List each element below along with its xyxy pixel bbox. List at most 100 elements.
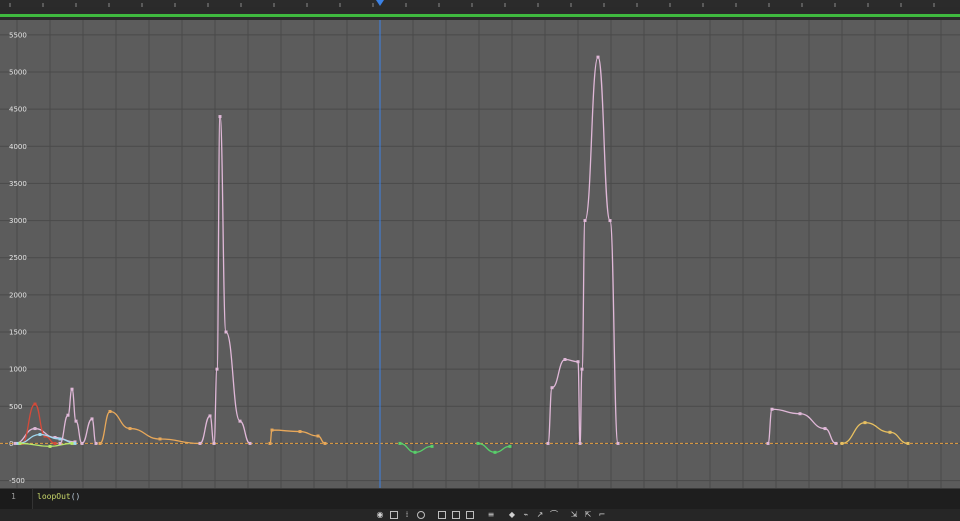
keyframe[interactable] xyxy=(823,427,827,431)
fit-selection-icon[interactable] xyxy=(438,511,446,519)
keyframe[interactable] xyxy=(208,414,212,418)
keyframe[interactable] xyxy=(546,441,550,445)
keyframe[interactable] xyxy=(608,219,612,223)
convert-auto-bezier-icon[interactable]: ⌁ xyxy=(522,511,530,519)
time-ruler-ticks xyxy=(9,0,935,7)
convert-hold-icon[interactable]: ◆ xyxy=(508,511,516,519)
keyframe[interactable] xyxy=(18,441,22,445)
keyframe[interactable] xyxy=(48,444,52,448)
keyframe[interactable] xyxy=(270,428,274,432)
keyframe[interactable] xyxy=(13,441,17,445)
y-tick-label: 2500 xyxy=(9,254,27,262)
keyframe[interactable] xyxy=(508,444,512,448)
keyframe[interactable] xyxy=(563,357,567,361)
keyframe[interactable] xyxy=(238,419,242,423)
keyframe[interactable] xyxy=(766,441,770,445)
graph-type-icon[interactable] xyxy=(390,511,398,519)
keyframe[interactable] xyxy=(578,441,582,445)
keyframe[interactable] xyxy=(38,433,42,437)
keyframe[interactable] xyxy=(248,441,252,445)
keyframe[interactable] xyxy=(580,367,584,371)
keyframe[interactable] xyxy=(70,387,74,391)
keyframe[interactable] xyxy=(798,412,802,416)
keyframe[interactable] xyxy=(53,441,57,445)
property-curve[interactable] xyxy=(767,408,837,445)
property-curve[interactable] xyxy=(547,56,619,445)
property-curve[interactable] xyxy=(59,388,97,445)
keyframe[interactable] xyxy=(316,434,320,438)
keyframe[interactable] xyxy=(576,360,580,364)
keyframe[interactable] xyxy=(906,441,910,445)
expression-code[interactable]: loopOut() xyxy=(37,492,80,501)
keyframe[interactable] xyxy=(33,427,37,431)
keyframe[interactable] xyxy=(840,441,844,445)
keyframe[interactable] xyxy=(218,115,222,119)
keyframe[interactable] xyxy=(212,441,216,445)
keyframe[interactable] xyxy=(430,444,434,448)
time-ruler[interactable] xyxy=(0,0,960,7)
keyframe[interactable] xyxy=(73,441,77,445)
keyframe[interactable] xyxy=(158,437,162,441)
keyframe[interactable] xyxy=(616,441,620,445)
work-area-band[interactable] xyxy=(0,7,960,21)
keyframe[interactable] xyxy=(58,441,62,445)
y-tick-label: -500 xyxy=(9,477,25,485)
snap-icon[interactable] xyxy=(417,511,425,519)
graph-editor[interactable]: 5500 5000 4500 4000 3500 3000 2500 2000 1500 1000… xyxy=(0,20,960,488)
eye-icon[interactable]: ◉ xyxy=(376,511,384,519)
expression-gutter: 1 xyxy=(0,489,33,509)
graph-toolbar: ◉ ⁞ ≡ ◆ ⌁ ↗ ⌒ ⇲ ⇱ ⌐ xyxy=(0,509,960,521)
keyframe-nav-icon[interactable]: ⌐ xyxy=(598,511,606,519)
keyframe[interactable] xyxy=(90,417,94,421)
keyframe[interactable] xyxy=(128,427,132,431)
keyframe[interactable] xyxy=(413,450,417,454)
y-tick-label: 5000 xyxy=(9,69,27,77)
keyframe[interactable] xyxy=(33,402,37,406)
keyframe[interactable] xyxy=(58,437,62,441)
keyframe[interactable] xyxy=(108,409,112,413)
keyframe[interactable] xyxy=(215,367,219,371)
keyframe[interactable] xyxy=(888,430,892,434)
work-area-bar[interactable] xyxy=(0,14,960,17)
keyframe[interactable] xyxy=(493,450,497,454)
easy-ease-out-2-icon[interactable]: ⇱ xyxy=(584,511,592,519)
separate-dimensions-icon[interactable] xyxy=(466,511,474,519)
keyframe[interactable] xyxy=(398,441,402,445)
keyframe[interactable] xyxy=(66,413,70,417)
keyframe[interactable] xyxy=(268,441,272,445)
keyframe[interactable] xyxy=(80,441,84,445)
property-curve[interactable] xyxy=(199,115,251,445)
transform-box-icon[interactable]: ⁞ xyxy=(403,511,411,519)
keyframe[interactable] xyxy=(323,441,327,445)
keyframe[interactable] xyxy=(550,386,554,390)
fit-all-icon[interactable] xyxy=(452,511,460,519)
easy-ease-in-icon[interactable]: ⌒ xyxy=(550,511,558,519)
keyframe[interactable] xyxy=(863,421,867,425)
keyframe[interactable] xyxy=(298,430,302,434)
keyframe[interactable] xyxy=(770,407,774,411)
y-tick-label: 3000 xyxy=(9,217,27,225)
y-tick-label: 3500 xyxy=(9,180,27,188)
keyframe[interactable] xyxy=(198,441,202,445)
keyframe[interactable] xyxy=(476,441,480,445)
keyframe[interactable] xyxy=(834,441,838,445)
expression-function: loopOut xyxy=(37,492,71,501)
keyframe[interactable] xyxy=(94,441,98,445)
property-curve[interactable] xyxy=(99,410,201,445)
y-tick-label: 5500 xyxy=(9,31,27,39)
graph-canvas[interactable]: 5500 5000 4500 4000 3500 3000 2500 2000 1500 1000… xyxy=(0,20,960,488)
edit-keyframe-icon[interactable]: ≡ xyxy=(487,511,495,519)
keyframe[interactable] xyxy=(596,55,600,59)
keyframe[interactable] xyxy=(70,441,74,445)
expression-line-number: 1 xyxy=(11,492,16,501)
y-tick-label: 4000 xyxy=(9,143,27,151)
keyframe[interactable] xyxy=(74,419,78,423)
keyframe[interactable] xyxy=(98,441,102,445)
keyframe[interactable] xyxy=(583,219,587,223)
expression-editor[interactable]: 1 loopOut() xyxy=(0,488,960,509)
easy-ease-icon[interactable]: ↗ xyxy=(536,511,544,519)
easy-ease-out-icon[interactable]: ⇲ xyxy=(570,511,578,519)
playhead-handle[interactable] xyxy=(376,0,384,6)
y-tick-label: 1000 xyxy=(9,366,27,374)
keyframe[interactable] xyxy=(224,330,228,334)
